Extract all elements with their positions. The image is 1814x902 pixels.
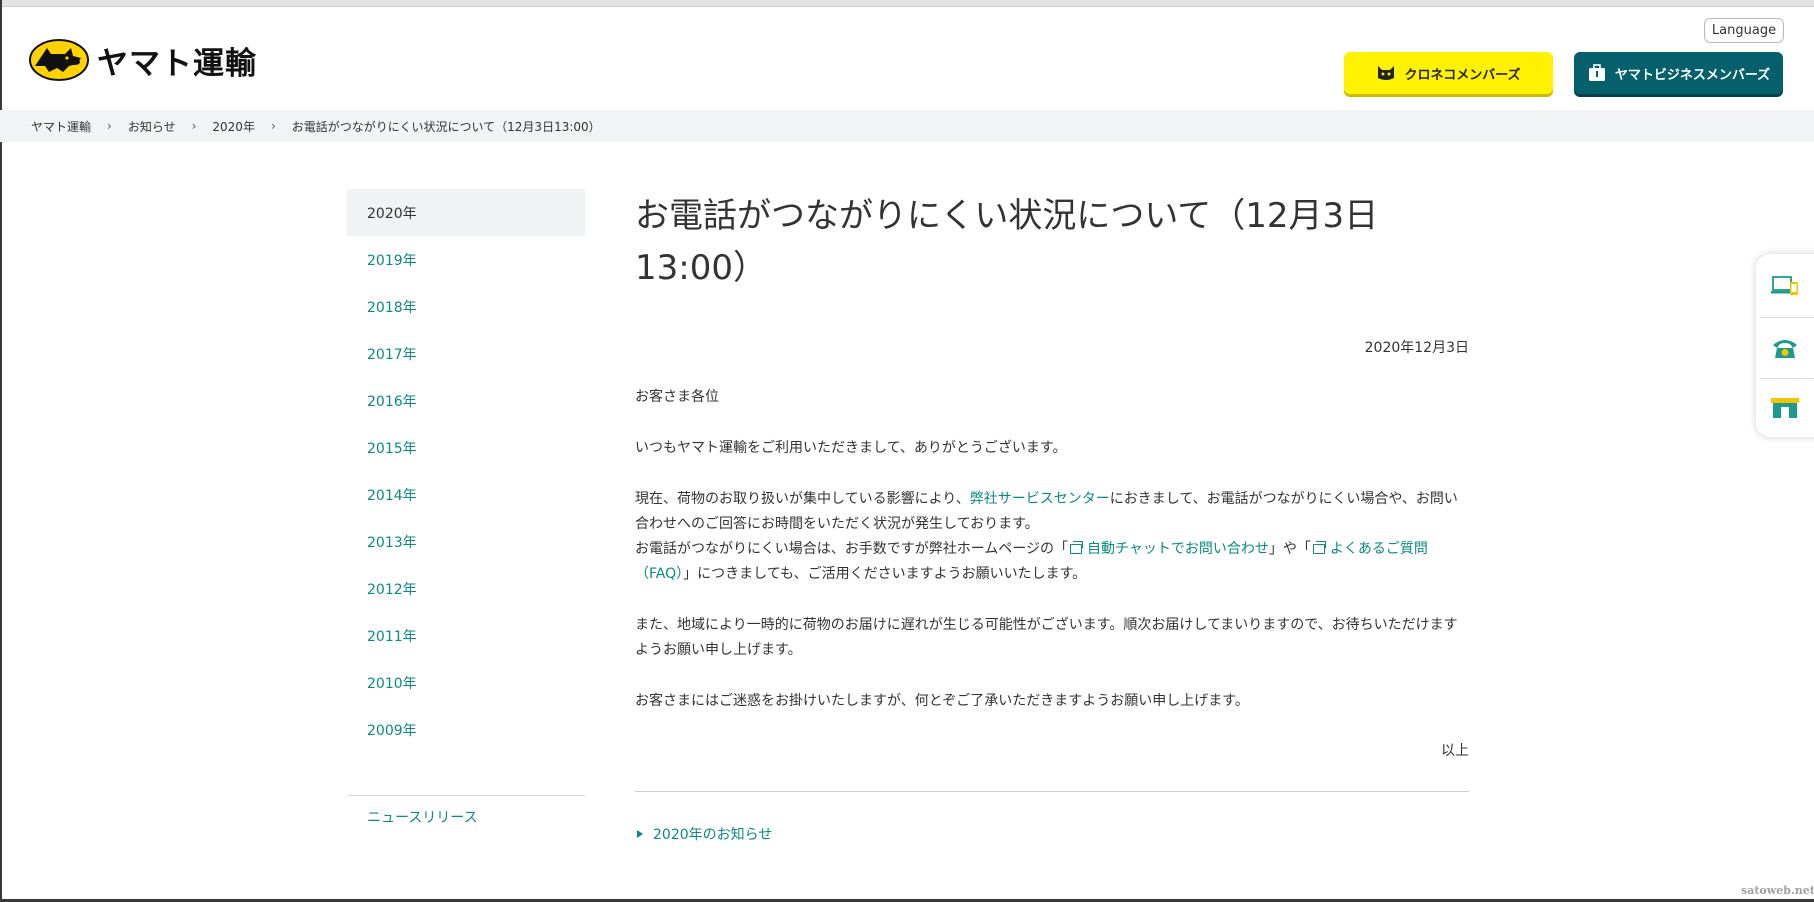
sidebar-item-2019[interactable]: 2019年 [347,236,585,283]
cat-head-icon [1378,66,1395,80]
closing-mark: 以上 [1441,743,1469,759]
quote-separator: 」や「 [1268,541,1311,557]
chevron-right-icon: › [270,119,276,133]
breadcrumb-item-year[interactable]: 2020年 [212,118,255,135]
article-divider [635,791,1469,792]
external-window-icon [1070,541,1084,554]
year-news-link-label: 2020年のお知らせ [653,827,773,843]
yamato-business-members-button[interactable]: ヤマトビジネスメンバーズ [1574,52,1783,94]
sidebar-item-2018[interactable]: 2018年 [347,283,585,330]
sidebar-item-2014[interactable]: 2014年 [347,471,585,518]
external-window-icon [1312,541,1326,554]
phone-contact-button[interactable] [1756,318,1814,378]
sidebar-divider [347,795,585,796]
sidebar-item-2010[interactable]: 2010年 [347,659,585,706]
article-body: お客さま各位 いつもヤマト運輸をご利用いただきまして、ありがとうございます。 現… [635,385,1469,740]
auto-chat-link[interactable]: 自動チャットでお問い合わせ [1087,541,1269,557]
sidebar-item-2016[interactable]: 2016年 [347,377,585,424]
web-service-button[interactable] [1756,256,1814,316]
delay-paragraph: また、地域により一時的に荷物のお届けに遅れが生じる可能性がございます。順次お届け… [635,617,1458,658]
notice-paragraph: 現在、荷物のお取り扱いが集中している影響により、弊社サービスセンターにおきまして… [635,487,1469,587]
black-cat-logo-icon [29,39,89,81]
chevron-right-icon: › [191,119,197,133]
logo-text: ヤマト運輸 [97,45,257,82]
watermark: satoweb.net [1741,884,1814,897]
article-date: 2020年12月3日 [1364,340,1469,356]
triangle-right-icon [637,830,643,838]
kuroneko-members-label: クロネコメンバーズ [1404,67,1521,83]
chevron-right-icon: › [107,119,112,133]
sidebar-item-2013[interactable]: 2013年 [347,518,585,565]
sidebar-item-2017[interactable]: 2017年 [347,330,585,377]
sidebar-item-news-release[interactable]: ニュースリリース [367,807,478,827]
alternative-text-continued: 」につきましても、ご活用くださいますようお願いいたします。 [683,566,1087,582]
web-service-icon [1771,276,1798,295]
phone-icon [1773,340,1797,358]
floating-shortcut-panel [1756,254,1814,437]
store-icon [1771,398,1799,418]
year-sidebar: 2020年 2019年 2018年 2017年 2016年 2015年 2014… [347,189,585,753]
browser-top-edge [0,0,1814,7]
notice-text: 現在、荷物のお取り扱いが集中している影響により、 [635,491,970,507]
year-news-link[interactable]: 2020年のお知らせ [635,824,772,844]
business-members-label: ヤマトビジネスメンバーズ [1614,67,1771,83]
service-center-link[interactable]: 弊社サービスセンター [970,491,1110,507]
site-logo[interactable]: ヤマト運輸 [29,38,257,82]
sidebar-item-2012[interactable]: 2012年 [347,565,585,612]
sidebar-item-2009[interactable]: 2009年 [347,706,585,753]
breadcrumb: ヤマト運輸 › お知らせ › 2020年 › お電話がつながりにくい状況について… [0,110,1814,142]
article: お電話がつながりにくい状況について（12月3日13:00） [635,190,1469,294]
language-button[interactable]: Language [1704,18,1784,43]
alternative-text: お電話がつながりにくい場合は、お手数ですが弊社ホームページの「 [635,541,1069,557]
greeting-paragraph: いつもヤマト運輸をご利用いただきまして、ありがとうございます。 [635,440,1067,456]
sidebar-item-2011[interactable]: 2011年 [347,612,585,659]
sidebar-item-2020[interactable]: 2020年 [347,189,585,236]
apology-paragraph: お客さまにはご迷惑をお掛けいたしますが、何とぞご了承いただきますようお願い申し上… [635,693,1249,709]
kuroneko-members-button[interactable]: クロネコメンバーズ [1344,52,1553,94]
breadcrumb-item-news[interactable]: お知らせ [128,118,176,135]
briefcase-icon [1588,64,1605,81]
sidebar-item-2015[interactable]: 2015年 [347,424,585,471]
salutation: お客さま各位 [635,389,719,405]
breadcrumb-item-home[interactable]: ヤマト運輸 [31,118,91,135]
store-locator-button[interactable] [1756,378,1814,438]
page-title: お電話がつながりにくい状況について（12月3日13:00） [635,196,1379,288]
breadcrumb-item-current: お電話がつながりにくい状況について（12月3日13:00） [291,119,601,134]
